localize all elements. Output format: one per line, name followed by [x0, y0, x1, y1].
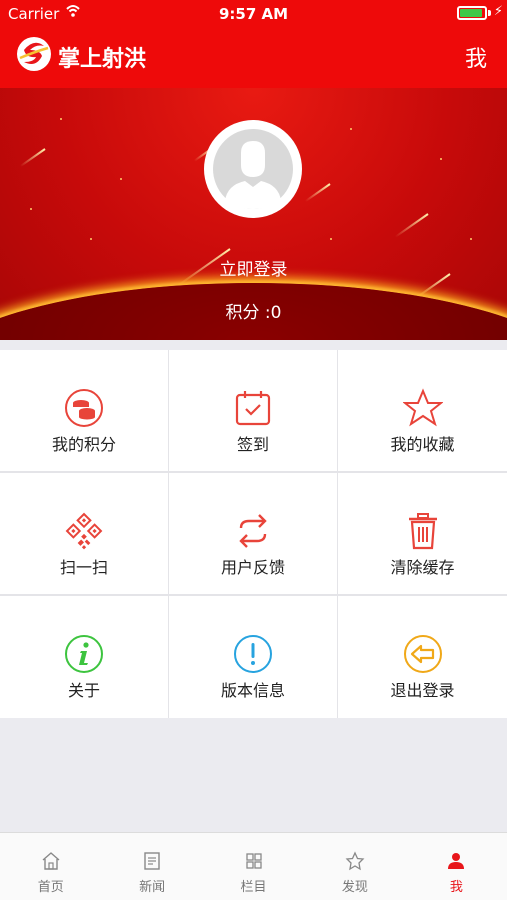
- decor-star: [330, 238, 332, 240]
- tab-label: 新闻: [139, 880, 166, 895]
- feedback-arrows-icon: [239, 514, 267, 548]
- tab-label: 我: [449, 880, 463, 895]
- decor-streak: [304, 183, 331, 203]
- discover-star-icon: [345, 851, 365, 871]
- decor-star: [350, 128, 352, 130]
- top-bar: Carrier 9:57 AM ⚡ 掌上射洪 我: [0, 0, 507, 88]
- menu-my-points[interactable]: 我的积分: [0, 350, 168, 471]
- decor-star: [470, 238, 472, 240]
- calendar-check-icon: [235, 391, 271, 426]
- decor-star: [90, 238, 92, 240]
- user-silhouette-icon: [213, 129, 293, 209]
- tab-discover[interactable]: 发现: [304, 833, 405, 900]
- person-icon: [448, 853, 465, 869]
- menu-about[interactable]: 关于: [0, 596, 168, 718]
- trash-icon: [408, 513, 437, 550]
- tab-bar: 首页 新闻 栏目 发现 我: [0, 832, 507, 900]
- tab-me[interactable]: 我: [406, 833, 507, 900]
- menu-label: 关于: [67, 681, 100, 700]
- app-title: 掌上射洪: [58, 47, 147, 72]
- decor-streak: [19, 148, 46, 168]
- menu-label: 用户反馈: [220, 558, 285, 577]
- menu-version[interactable]: 版本信息: [169, 596, 337, 718]
- nav-me-label[interactable]: 我: [465, 41, 487, 73]
- menu-label: 签到: [236, 435, 269, 454]
- app-logo-icon: [17, 37, 51, 71]
- exclamation-icon: [234, 635, 272, 673]
- profile-header: 立即登录 积分 :0: [0, 88, 507, 340]
- decor-star: [30, 208, 32, 210]
- menu-label: 扫一扫: [59, 558, 108, 577]
- tab-label: 栏目: [240, 880, 267, 895]
- status-bar: Carrier 9:57 AM ⚡: [0, 0, 507, 28]
- charging-icon: ⚡: [493, 4, 503, 19]
- avatar[interactable]: [204, 120, 302, 218]
- tab-label: 发现: [341, 880, 368, 895]
- nav-bar: 掌上射洪 我: [0, 28, 507, 88]
- menu-label: 清除缓存: [390, 558, 455, 577]
- star-icon: [402, 388, 443, 427]
- menu-label: 我的积分: [51, 435, 116, 454]
- coins-icon: [65, 389, 103, 427]
- menu-label: 退出登录: [390, 681, 455, 700]
- tab-label: 首页: [37, 880, 64, 895]
- menu-favorites[interactable]: 我的收藏: [338, 350, 507, 471]
- decor-streak: [394, 213, 429, 238]
- menu-label: 版本信息: [220, 681, 285, 700]
- info-icon: [65, 635, 103, 673]
- decor-star: [60, 118, 62, 120]
- menu-label: 我的收藏: [390, 435, 455, 454]
- logout-arrow-icon: [403, 635, 442, 673]
- menu-logout[interactable]: 退出登录: [338, 596, 507, 718]
- battery-tip: [488, 10, 491, 16]
- decor-star: [440, 158, 442, 160]
- news-icon: [144, 852, 160, 870]
- home-icon: [42, 852, 60, 870]
- tab-columns[interactable]: 栏目: [203, 833, 304, 900]
- login-button[interactable]: 立即登录: [0, 255, 507, 280]
- tab-home[interactable]: 首页: [0, 833, 101, 900]
- menu-sign-in[interactable]: 签到: [169, 350, 337, 471]
- points-display: 积分 :0: [225, 303, 282, 323]
- menu-feedback[interactable]: 用户反馈: [169, 473, 337, 594]
- menu-clear-cache[interactable]: 清除缓存: [338, 473, 507, 594]
- menu-grid: 我的积分 签到 我的收藏 扫一扫 用户反馈 清除缓存 关于 版本信息 退出登录: [0, 350, 507, 718]
- decor-star: [120, 178, 122, 180]
- menu-scan[interactable]: 扫一扫: [0, 473, 168, 594]
- grid-icon: [245, 853, 262, 869]
- clock: 9:57 AM: [218, 5, 289, 23]
- tab-news[interactable]: 新闻: [101, 833, 202, 900]
- battery-icon: [457, 6, 487, 20]
- qr-code-icon: [65, 512, 103, 550]
